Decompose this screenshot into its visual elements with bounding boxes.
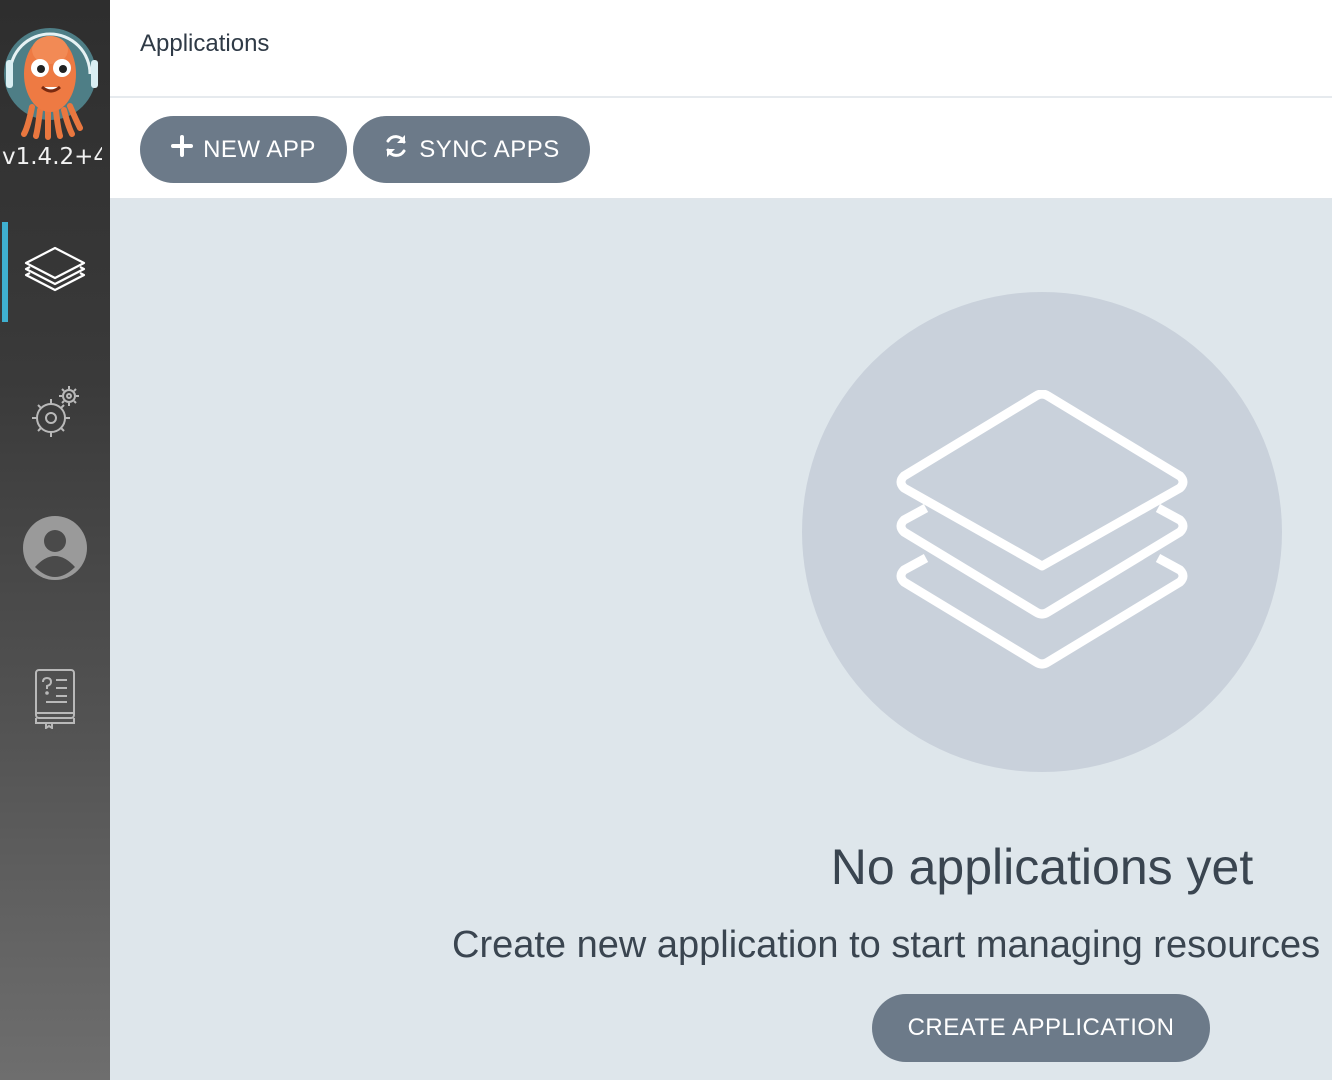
- sync-apps-label: SYNC APPS: [419, 135, 560, 163]
- create-application-button[interactable]: CREATE APPLICATION: [872, 994, 1210, 1062]
- top-header: Applications: [110, 0, 1332, 98]
- sidebar-item-settings[interactable]: [0, 364, 110, 464]
- new-app-label: NEW APP: [203, 135, 316, 163]
- argo-logo[interactable]: [2, 12, 102, 142]
- layers-icon: [896, 389, 1188, 679]
- sidebar-item-applications[interactable]: [0, 222, 110, 322]
- sidebar: v1.4.2+4: [0, 0, 110, 1080]
- empty-state-subtitle: Create new application to start managing…: [452, 924, 1332, 966]
- plus-icon: [171, 135, 194, 164]
- empty-state-title: No applications yet: [830, 839, 1254, 895]
- gears-icon: [23, 380, 87, 449]
- version-label: v1.4.2+4: [2, 144, 102, 170]
- sync-apps-button[interactable]: SYNC APPS: [353, 116, 590, 183]
- help-book-icon: [32, 667, 78, 734]
- empty-state-circle: [802, 292, 1282, 772]
- new-app-button[interactable]: NEW APP: [140, 116, 347, 183]
- toolbar: NEW APP SYNC APPS: [110, 98, 1332, 200]
- user-avatar-icon: [22, 515, 88, 586]
- sidebar-item-documentation[interactable]: [0, 650, 110, 750]
- sidebar-item-user-info[interactable]: [0, 500, 110, 600]
- layers-icon: [22, 237, 88, 308]
- page-title: Applications: [140, 30, 270, 57]
- sync-icon: [383, 133, 409, 166]
- app-root: v1.4.2+4 Applications NEW APP SYNC APPS …: [0, 0, 1332, 1080]
